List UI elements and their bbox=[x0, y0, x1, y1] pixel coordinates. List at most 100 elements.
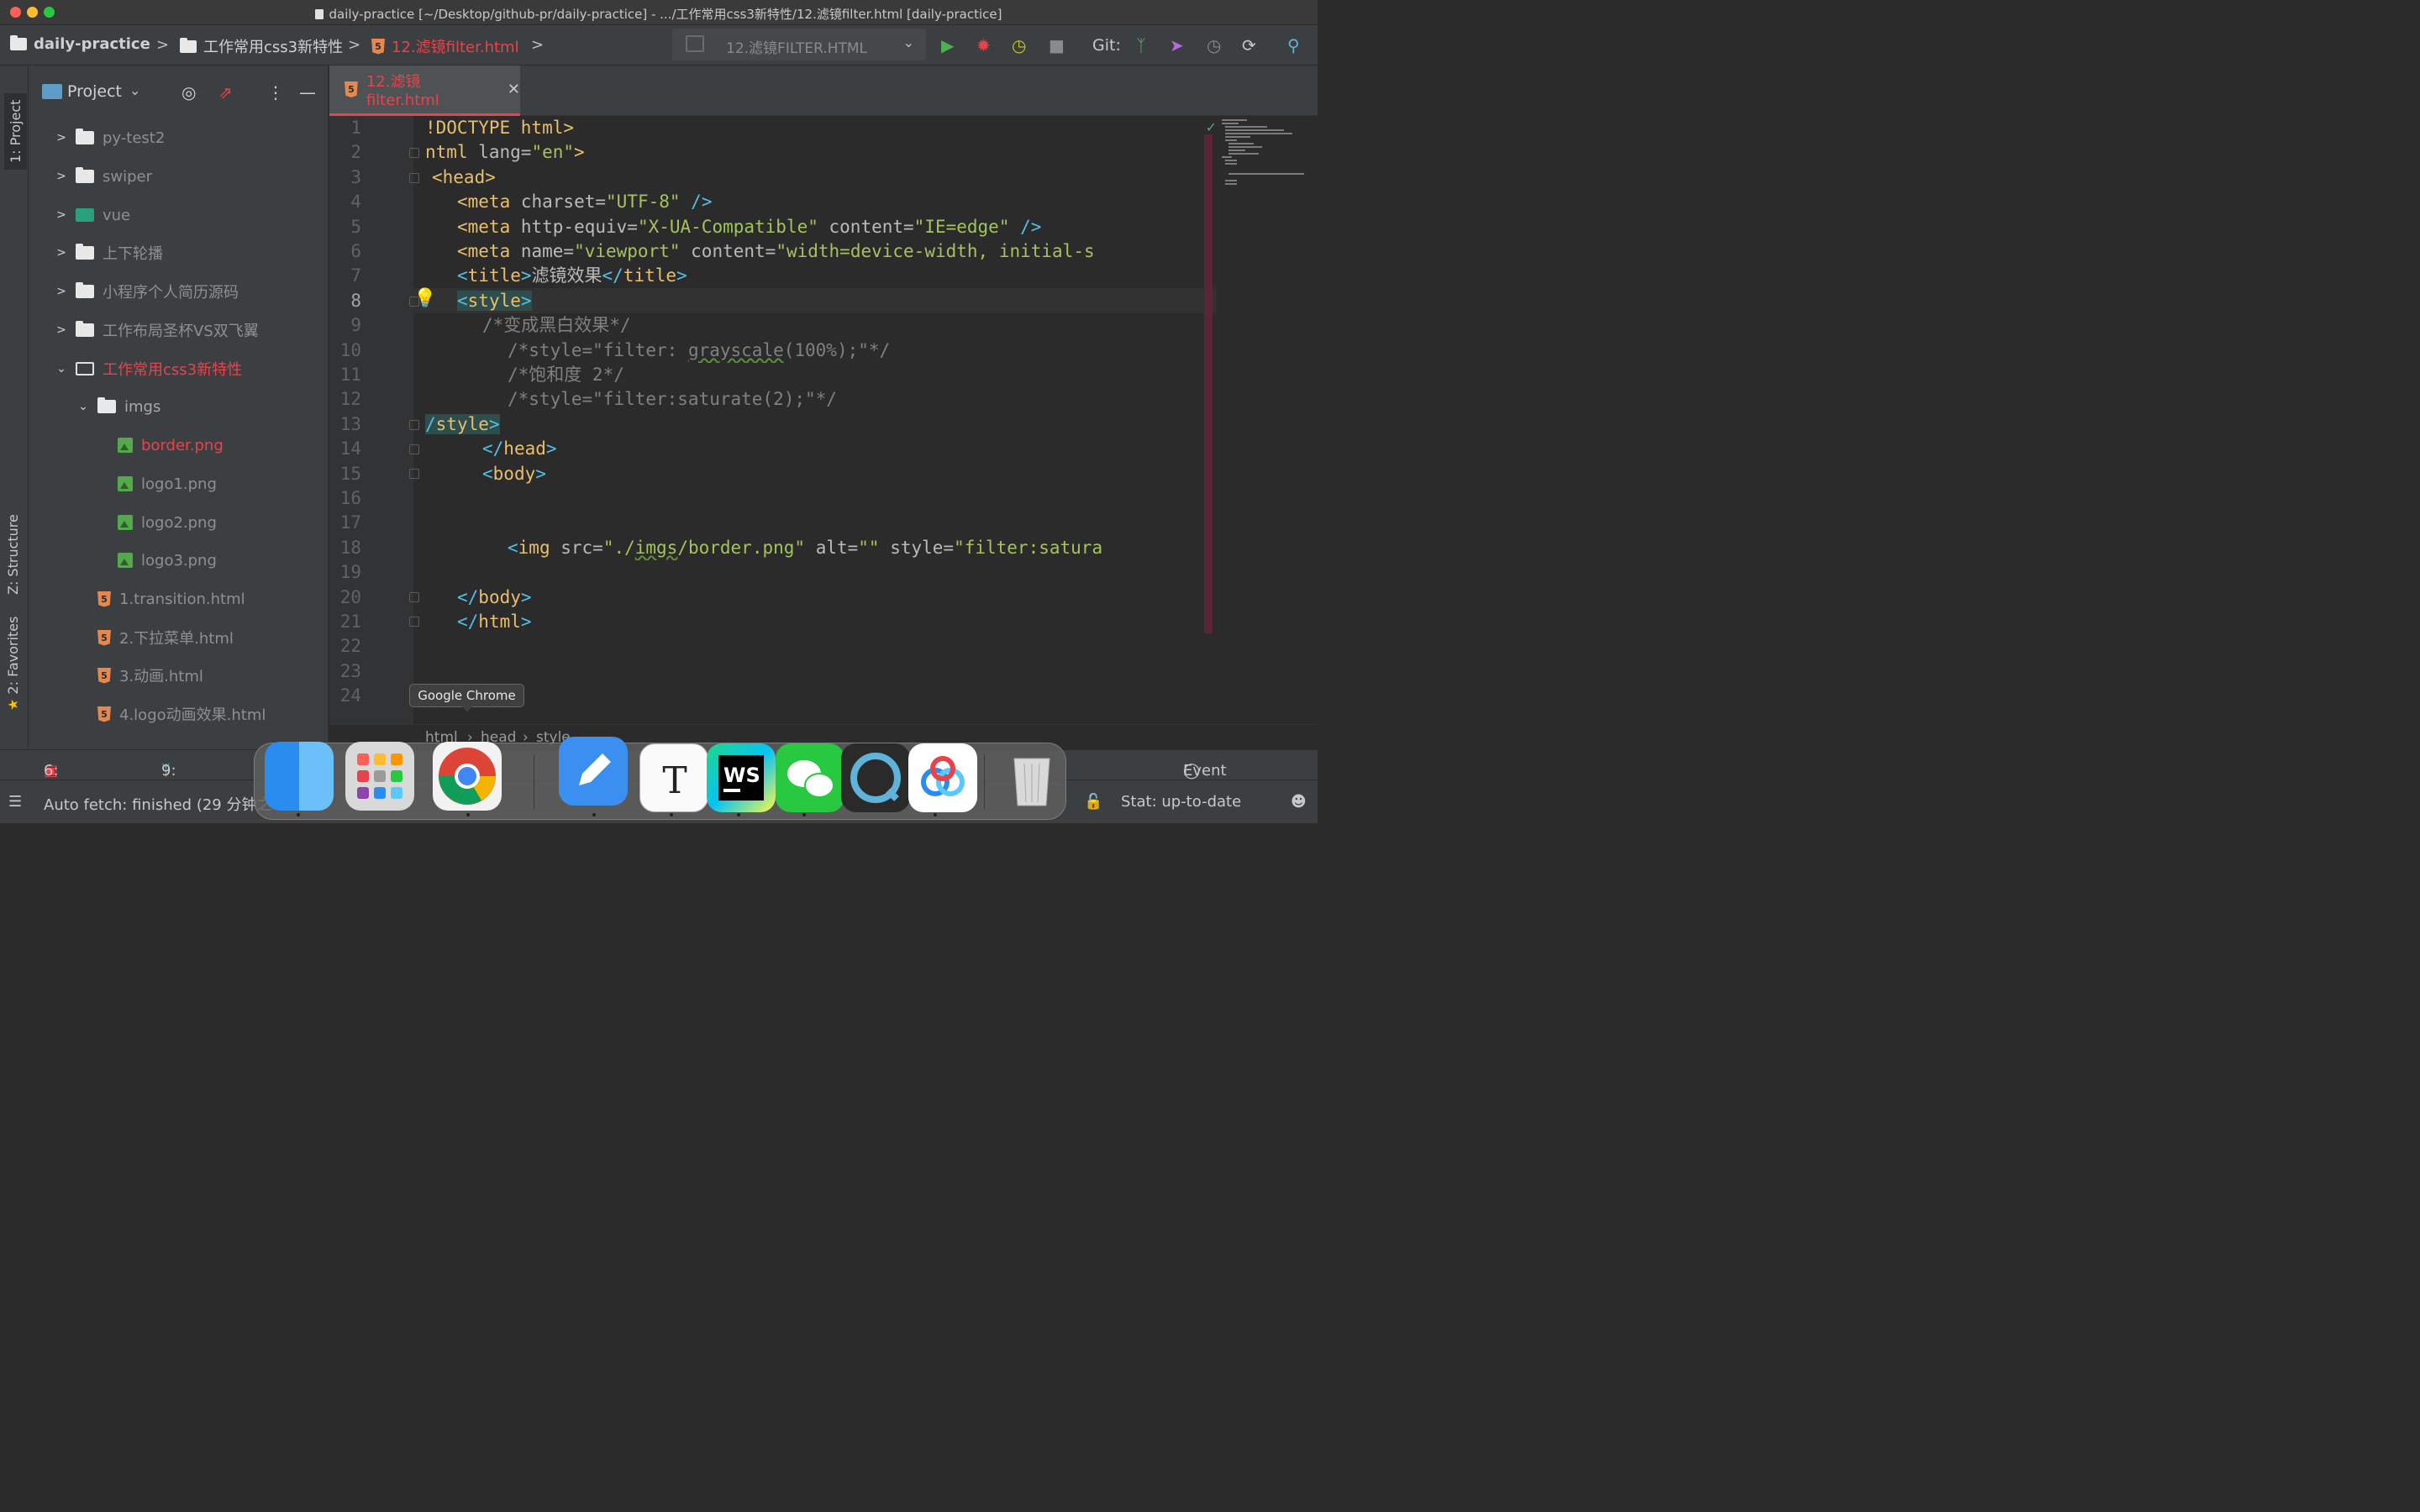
configuration-icon bbox=[686, 35, 704, 52]
image-file-icon bbox=[118, 553, 133, 568]
run-icon[interactable]: ▶ bbox=[941, 35, 954, 55]
project-tool-tab[interactable]: 1: Project bbox=[4, 92, 27, 170]
quicktime-icon[interactable] bbox=[841, 743, 910, 812]
tree-item-folder-open[interactable]: ⌄ 工作常用css3新特性 bbox=[55, 354, 242, 383]
code-line-11: /*饱和度 2*/ bbox=[508, 365, 624, 385]
line-number: 23 bbox=[339, 660, 361, 681]
project-view-icon bbox=[42, 84, 62, 99]
tree-item-file[interactable]: 5 2.下拉菜单.html bbox=[97, 623, 234, 652]
dock-tooltip: Google Chrome bbox=[409, 684, 524, 712]
layers-icon[interactable]: ☰ bbox=[8, 793, 22, 811]
launchpad-icon[interactable] bbox=[345, 742, 414, 811]
google-chrome-icon[interactable] bbox=[433, 742, 502, 811]
tree-item-folder[interactable]: > 工作布局圣杯VS双飞翼 bbox=[55, 316, 259, 344]
lock-icon[interactable]: 🔓 bbox=[1084, 793, 1102, 811]
nav-crumb-folder[interactable]: 工作常用css3新特性 bbox=[180, 35, 343, 57]
favorites-tool-tab[interactable]: ★ 2: Favorites bbox=[5, 617, 21, 711]
editor-tab-active[interactable]: 5 12.滤镜filter.html ✕ bbox=[329, 66, 520, 116]
code-line-18: <img src="./imgs/border.png" alt="" styl… bbox=[508, 538, 1103, 558]
project-view-select[interactable]: Project bbox=[67, 82, 122, 101]
folder-icon bbox=[76, 244, 94, 260]
left-tool-strip: 1: Project Z: Structure ★ 2: Favorites bbox=[0, 66, 29, 749]
tree-item-file[interactable]: logo3.png bbox=[118, 546, 217, 575]
tree-item-folder[interactable]: > swiper bbox=[55, 162, 152, 191]
project-panel: Project ⌄ ◎ ⇗ ⋮ — > py-test2 > swiper > vue… bbox=[29, 66, 329, 749]
git-history-icon[interactable]: ◷ bbox=[1207, 35, 1221, 55]
trash-icon[interactable] bbox=[997, 743, 1066, 812]
html5-icon: 5 bbox=[97, 591, 111, 607]
inspector-icon[interactable]: ☻ bbox=[1291, 793, 1307, 811]
run-coverage-icon[interactable]: ◷ bbox=[1012, 35, 1026, 55]
tree-item-folder[interactable]: > 小程序个人简历源码 bbox=[55, 277, 239, 306]
svg-text:WS: WS bbox=[723, 764, 760, 787]
debug-icon[interactable]: ✹ bbox=[976, 35, 991, 55]
git-label: Git: bbox=[1092, 36, 1121, 55]
html5-icon: 5 bbox=[97, 667, 111, 684]
image-file-icon bbox=[118, 476, 133, 491]
pencil-app-icon[interactable] bbox=[559, 737, 628, 806]
baidu-netdisk-icon[interactable] bbox=[908, 743, 977, 812]
code-line-4: <meta charset="UTF-8" /> bbox=[457, 192, 713, 212]
code-line-5: <meta http-equiv="X-UA-Compatible" conte… bbox=[457, 217, 1042, 237]
title-bar: daily-practice [~/Desktop/github-pr/dail… bbox=[0, 0, 1318, 25]
code-editor[interactable]: 1 2 3 4 5 6 7 8 9 10 11 12 13 14 15 16 17 18 19 20 21 22 23 24 … bbox=[329, 116, 1318, 724]
svg-text:T: T bbox=[662, 759, 687, 802]
finder-icon[interactable] bbox=[265, 742, 334, 811]
close-tab-icon[interactable]: ✕ bbox=[508, 81, 520, 98]
locate-icon[interactable]: ◎ bbox=[182, 82, 196, 102]
status-message[interactable]: Auto fetch: finished (29 分钟之 bbox=[44, 793, 271, 815]
tree-item-folder[interactable]: > py-test2 bbox=[55, 123, 165, 152]
code-line-20: </body> bbox=[457, 587, 532, 607]
chevron-right-icon[interactable]: > bbox=[55, 285, 67, 298]
folder-open-icon bbox=[76, 362, 94, 375]
chevron-right-icon[interactable]: > bbox=[55, 170, 67, 183]
tree-item-folder[interactable]: > 上下轮播 bbox=[55, 239, 163, 267]
git-push-icon[interactable]: ➤ bbox=[1170, 35, 1184, 55]
error-stripe[interactable] bbox=[1204, 134, 1213, 633]
tree-item-file[interactable]: 5 3.动画.html bbox=[97, 661, 203, 690]
git-rollback-icon[interactable]: ⟳ bbox=[1242, 35, 1256, 55]
chevron-right-icon: > bbox=[531, 36, 544, 54]
tree-item-file[interactable]: 5 4.logo动画效果.html bbox=[97, 700, 266, 728]
tree-item-folder[interactable]: > vue bbox=[55, 201, 130, 229]
typora-icon[interactable]: T bbox=[639, 743, 708, 812]
chevron-right-icon[interactable]: > bbox=[55, 246, 67, 260]
search-icon[interactable]: ⚲ bbox=[1287, 35, 1300, 55]
stop-icon[interactable]: ■ bbox=[1049, 35, 1065, 55]
line-number: 24 bbox=[339, 685, 361, 706]
folder-icon bbox=[76, 167, 94, 183]
chevron-right-icon[interactable]: > bbox=[55, 208, 67, 222]
folder-icon bbox=[97, 397, 116, 413]
code-line-10: /*style="filter: grayscale(100%);"*/ bbox=[508, 340, 891, 360]
inspection-ok-icon[interactable]: ✓ bbox=[1206, 119, 1217, 135]
webstorm-icon[interactable]: WS bbox=[707, 743, 776, 812]
nav-crumb-project[interactable]: daily-practice bbox=[10, 35, 150, 53]
chevron-down-icon[interactable]: ⌄ bbox=[77, 400, 89, 413]
structure-tool-tab[interactable]: Z: Structure bbox=[5, 514, 21, 595]
run-configuration-select[interactable]: 12.滤镜FILTER.HTML ⌄ bbox=[672, 29, 926, 60]
code-line-6: <meta name="viewport" content="width=dev… bbox=[457, 241, 1095, 261]
collapse-all-icon[interactable]: ⇗ bbox=[218, 82, 233, 102]
wechat-icon[interactable] bbox=[776, 743, 844, 812]
code-minimap[interactable] bbox=[1217, 116, 1318, 208]
html5-icon: 5 bbox=[97, 629, 111, 646]
image-file-icon bbox=[118, 438, 133, 453]
hide-icon[interactable]: — bbox=[299, 82, 316, 102]
tree-item-file[interactable]: logo1.png bbox=[118, 470, 217, 498]
tree-item-file[interactable]: border.png bbox=[118, 431, 224, 459]
chevron-right-icon: > bbox=[156, 36, 170, 54]
chevron-right-icon[interactable]: > bbox=[55, 131, 67, 144]
folder-icon bbox=[76, 129, 94, 144]
folder-icon bbox=[10, 35, 27, 50]
git-status[interactable]: Stat: up-to-date bbox=[1121, 793, 1241, 811]
git-update-icon[interactable]: ᛉ bbox=[1136, 35, 1146, 55]
chevron-right-icon[interactable]: > bbox=[55, 323, 67, 337]
chevron-down-icon[interactable]: ⌄ bbox=[129, 82, 140, 98]
code-line-12: /*style="filter:saturate(2);"*/ bbox=[508, 389, 837, 409]
nav-crumb-file[interactable]: 5 12.滤镜filter.html bbox=[371, 35, 519, 57]
more-icon[interactable]: ⋮ bbox=[267, 82, 284, 102]
tree-item-folder-open[interactable]: ⌄ imgs bbox=[77, 392, 160, 421]
chevron-down-icon[interactable]: ⌄ bbox=[55, 362, 67, 375]
tree-item-file[interactable]: 5 1.transition.html bbox=[97, 585, 245, 613]
tree-item-file[interactable]: logo2.png bbox=[118, 508, 217, 537]
